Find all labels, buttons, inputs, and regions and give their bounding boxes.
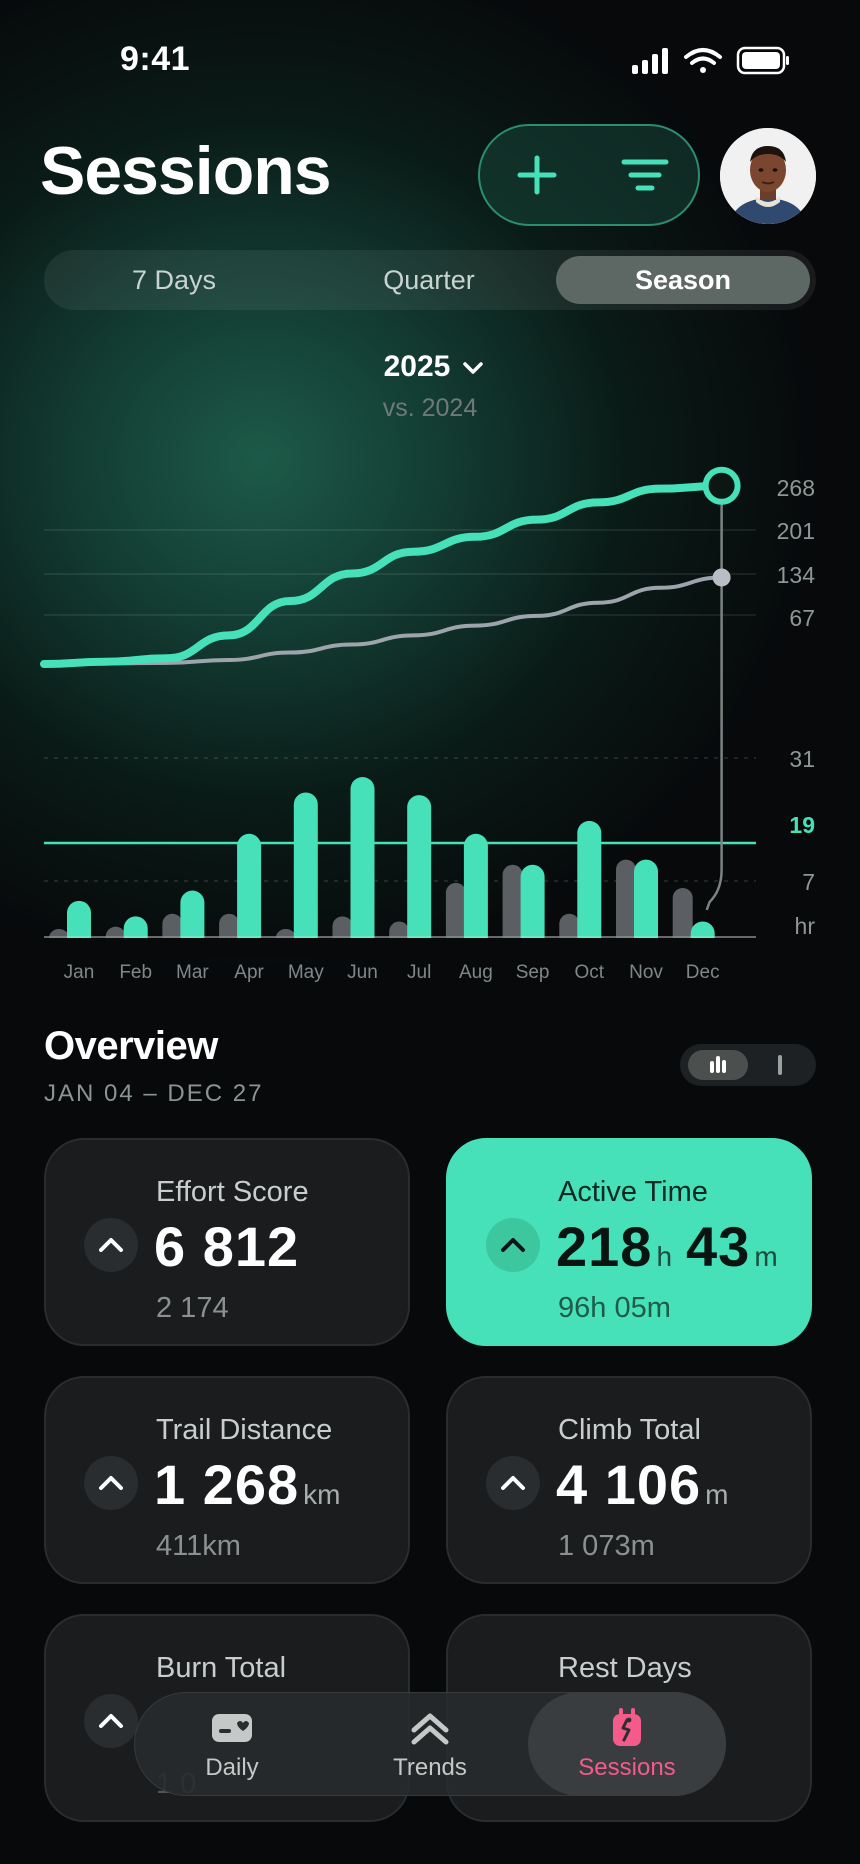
metric-card-trail-distance[interactable]: Trail Distance 1 268 km 411km [44, 1376, 410, 1584]
card-value: 4 106 m [556, 1453, 729, 1516]
trend-up-icon [486, 1456, 540, 1510]
baseline-mask [0, 938, 860, 958]
chevron-down-icon[interactable] [462, 360, 484, 376]
monthly-axis-tick: 31 [789, 746, 815, 772]
daily-card-icon [212, 1714, 252, 1742]
trend-up-icon [84, 1218, 138, 1272]
month-label: Sep [516, 962, 550, 983]
current-year-bar [237, 833, 262, 949]
month-label: Jul [407, 962, 431, 983]
card-label: Effort Score [156, 1176, 309, 1208]
signal-icon [632, 48, 668, 74]
card-previous-value: 96h 05m [558, 1292, 671, 1324]
month-label: Jan [64, 962, 95, 983]
current-year-bar [463, 833, 488, 949]
overview-title: Overview [44, 1024, 218, 1068]
wifi-icon [684, 48, 722, 73]
card-value: 218 h 43 m [556, 1215, 778, 1278]
status-time: 9:41 [120, 40, 191, 78]
trend-up-icon [486, 1218, 540, 1272]
monthly-axis-tick: hr [795, 913, 816, 939]
period-segmented-control: 7 Days Quarter Season [44, 250, 816, 310]
year-label: 2025 [383, 350, 451, 383]
line-view-button[interactable] [778, 1055, 782, 1075]
segment-season[interactable]: Season [556, 256, 810, 304]
filter-button[interactable] [620, 150, 670, 200]
card-previous-value: 1 073m [558, 1530, 655, 1562]
previous-year-bar [616, 859, 636, 947]
avatar-image [720, 128, 816, 224]
card-value: 1 268 km [154, 1453, 341, 1516]
previous-year-bar [502, 864, 523, 947]
cumulative-axis-tick: 201 [777, 518, 815, 544]
bar-view-button[interactable] [688, 1050, 748, 1080]
current-year-bar [350, 777, 375, 949]
trend-up-icon [84, 1694, 138, 1748]
current-year-bar [407, 795, 432, 949]
card-previous-value: 411km [156, 1530, 241, 1562]
card-label: Trail Distance [156, 1414, 333, 1446]
month-label: Nov [629, 962, 663, 983]
month-label: Aug [459, 962, 493, 983]
trend-up-icon [84, 1456, 138, 1510]
card-label: Climb Total [558, 1414, 701, 1446]
month-label: Oct [575, 962, 605, 983]
card-label: Burn Total [156, 1652, 287, 1684]
season-chart: 268 201 134 67 31 19 7 hr Jan Feb Mar Apr May Jun Jul A… [0, 466, 860, 983]
card-value: 6 812 [154, 1215, 300, 1278]
current-year-bar [293, 792, 318, 949]
month-label: Mar [176, 962, 209, 983]
compare-year-label: vs. 2024 [382, 394, 478, 422]
metric-card-effort-score[interactable]: Effort Score 6 812 2 174 [44, 1138, 410, 1346]
month-label: Dec [686, 962, 720, 983]
card-previous-value: 2 174 [156, 1292, 229, 1324]
segment-quarter[interactable]: Quarter [304, 250, 554, 310]
add-button[interactable] [512, 150, 562, 200]
previous-year-cumulative-line [42, 575, 724, 666]
status-icons [632, 46, 789, 75]
sessions-icon [613, 1708, 641, 1746]
double-chevron-up-icon [411, 1713, 449, 1745]
tab-label: Trends [393, 1754, 467, 1781]
bar-chart-icon [710, 1056, 726, 1073]
month-label: Jun [347, 962, 378, 983]
filter-icon [621, 159, 669, 191]
current-year-cumulative-line [40, 481, 726, 668]
selection-connector [705, 485, 723, 911]
plus-icon [517, 155, 557, 195]
cumulative-axis-tick: 67 [789, 605, 815, 631]
metric-card-climb-total[interactable]: Climb Total 4 106 m 1 073m [446, 1376, 812, 1584]
current-year-bar [577, 820, 602, 949]
tab-label: Sessions [578, 1754, 676, 1781]
month-label: Feb [119, 962, 152, 983]
card-label: Active Time [558, 1176, 708, 1208]
tab-daily[interactable]: Daily [152, 1708, 312, 1782]
previous-year-marker [712, 568, 731, 587]
year-selector[interactable]: 2025 [330, 350, 530, 384]
page-title: Sessions [40, 133, 332, 209]
current-year-bar [634, 859, 658, 949]
monthly-axis-tick: 19 [789, 812, 815, 838]
tab-trends[interactable]: Trends [350, 1708, 510, 1782]
overview-date-range: JAN 04 – DEC 27 [44, 1080, 264, 1107]
battery-icon [736, 46, 789, 75]
metric-card-active-time[interactable]: Active Time 218 h 43 m 96h 05m [446, 1138, 812, 1346]
cumulative-axis-tick: 134 [777, 562, 816, 588]
month-label: May [288, 962, 324, 983]
tab-label: Daily [205, 1754, 259, 1781]
card-label: Rest Days [558, 1652, 692, 1684]
current-year-marker [702, 466, 741, 505]
tab-sessions[interactable]: Sessions [547, 1708, 707, 1782]
cumulative-axis-tick: 268 [777, 475, 815, 501]
avatar[interactable] [720, 128, 816, 224]
segment-7-days[interactable]: 7 Days [44, 250, 304, 310]
month-label: Apr [234, 962, 264, 983]
monthly-axis-tick: 7 [802, 869, 815, 895]
